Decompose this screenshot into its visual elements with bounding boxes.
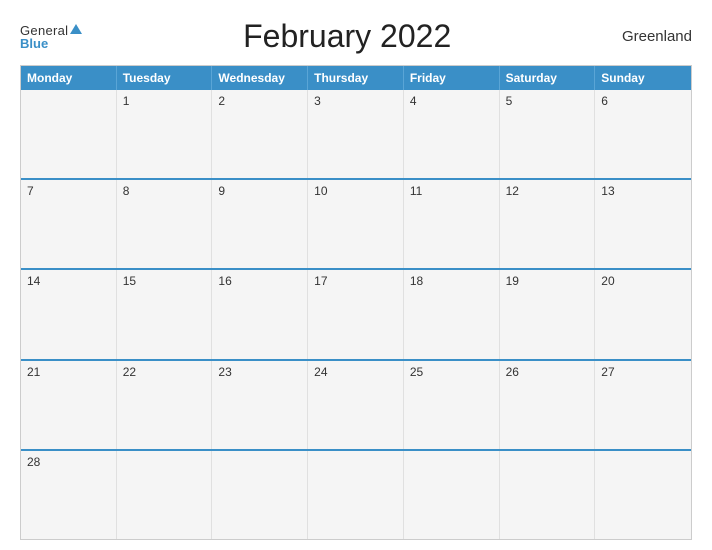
calendar-cell: 13 [595, 180, 691, 268]
calendar-cell: 4 [404, 90, 500, 178]
calendar-cell: 24 [308, 361, 404, 449]
day-number: 1 [123, 94, 206, 108]
calendar: MondayTuesdayWednesdayThursdayFridaySatu… [20, 65, 692, 540]
calendar-cell: 20 [595, 270, 691, 358]
weekday-header: Sunday [595, 66, 691, 90]
logo-triangle-icon [70, 24, 82, 34]
day-number: 6 [601, 94, 685, 108]
calendar-cell: 27 [595, 361, 691, 449]
logo-blue-text: Blue [20, 37, 48, 50]
calendar-cell [500, 451, 596, 539]
calendar-cell [117, 451, 213, 539]
calendar-cell: 9 [212, 180, 308, 268]
day-number: 16 [218, 274, 301, 288]
weekday-header: Saturday [500, 66, 596, 90]
weekday-header: Monday [21, 66, 117, 90]
weekday-header: Friday [404, 66, 500, 90]
header: General Blue February 2022 Greenland [20, 18, 692, 55]
calendar-cell [595, 451, 691, 539]
calendar-body: 1234567891011121314151617181920212223242… [21, 90, 691, 539]
calendar-cell: 26 [500, 361, 596, 449]
day-number: 15 [123, 274, 206, 288]
calendar-cell: 16 [212, 270, 308, 358]
day-number: 22 [123, 365, 206, 379]
day-number: 23 [218, 365, 301, 379]
weekday-header: Wednesday [212, 66, 308, 90]
calendar-cell: 3 [308, 90, 404, 178]
calendar-cell: 21 [21, 361, 117, 449]
calendar-cell: 6 [595, 90, 691, 178]
day-number: 25 [410, 365, 493, 379]
day-number: 2 [218, 94, 301, 108]
day-number: 11 [410, 184, 493, 198]
calendar-cell [212, 451, 308, 539]
calendar-cell [21, 90, 117, 178]
calendar-week: 21 22 23 24 25 26 27 [21, 359, 691, 449]
calendar-cell: 22 [117, 361, 213, 449]
calendar-cell: 2 [212, 90, 308, 178]
calendar-cell: 8 [117, 180, 213, 268]
day-number: 17 [314, 274, 397, 288]
calendar-cell: 23 [212, 361, 308, 449]
calendar-cell: 12 [500, 180, 596, 268]
weekday-header: Tuesday [117, 66, 213, 90]
calendar-week: 14 15 16 17 18 19 20 [21, 268, 691, 358]
calendar-cell: 7 [21, 180, 117, 268]
day-number: 26 [506, 365, 589, 379]
day-number: 3 [314, 94, 397, 108]
calendar-header: MondayTuesdayWednesdayThursdayFridaySatu… [21, 66, 691, 90]
day-number: 20 [601, 274, 685, 288]
logo-general-text: General [20, 24, 68, 37]
calendar-cell: 17 [308, 270, 404, 358]
day-number: 12 [506, 184, 589, 198]
calendar-week: 28 [21, 449, 691, 539]
calendar-cell: 15 [117, 270, 213, 358]
calendar-cell: 10 [308, 180, 404, 268]
day-number: 24 [314, 365, 397, 379]
day-number: 9 [218, 184, 301, 198]
weekday-header: Thursday [308, 66, 404, 90]
calendar-cell [404, 451, 500, 539]
calendar-cell: 19 [500, 270, 596, 358]
day-number: 18 [410, 274, 493, 288]
calendar-cell [308, 451, 404, 539]
calendar-cell: 14 [21, 270, 117, 358]
day-number: 4 [410, 94, 493, 108]
calendar-cell: 11 [404, 180, 500, 268]
calendar-cell: 18 [404, 270, 500, 358]
calendar-cell: 1 [117, 90, 213, 178]
day-number: 19 [506, 274, 589, 288]
page: General Blue February 2022 Greenland Mon… [0, 0, 712, 550]
calendar-week: 123456 [21, 90, 691, 178]
calendar-title: February 2022 [82, 18, 612, 55]
day-number: 10 [314, 184, 397, 198]
calendar-cell: 5 [500, 90, 596, 178]
day-number: 28 [27, 455, 110, 469]
calendar-week: 789 10 11 12 13 [21, 178, 691, 268]
day-number: 5 [506, 94, 589, 108]
day-number: 7 [27, 184, 110, 198]
day-number: 8 [123, 184, 206, 198]
day-number: 27 [601, 365, 685, 379]
region-label: Greenland [612, 28, 692, 45]
calendar-cell: 25 [404, 361, 500, 449]
logo: General Blue [20, 24, 82, 50]
day-number: 21 [27, 365, 110, 379]
calendar-cell: 28 [21, 451, 117, 539]
day-number: 13 [601, 184, 685, 198]
day-number: 14 [27, 274, 110, 288]
